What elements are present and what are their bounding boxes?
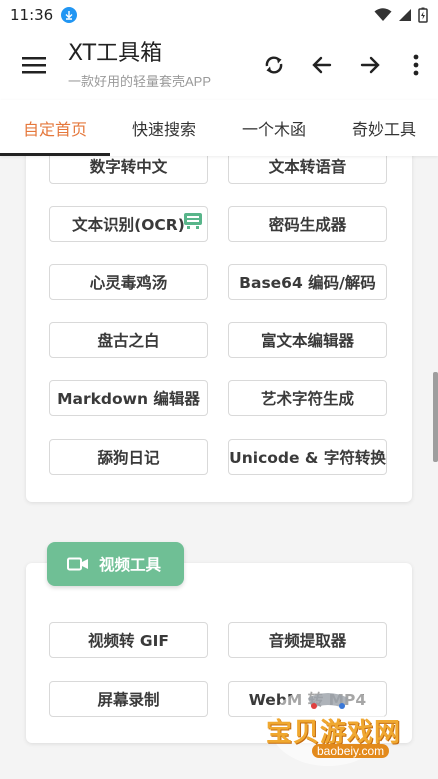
forward-button[interactable] — [346, 41, 394, 89]
refresh-icon — [265, 56, 283, 74]
tool-dog-diary[interactable]: 舔狗日记 — [49, 439, 208, 475]
tool-screen-recorder[interactable]: 屏幕录制 — [49, 681, 208, 717]
tools-card: 数字转中文 文本转语音 文本识别(OCR) 密码生成器 心灵毒鸡汤 Base64… — [26, 120, 412, 502]
tool-markdown-editor[interactable]: Markdown 编辑器 — [49, 380, 208, 416]
status-icons — [374, 7, 428, 23]
refresh-button[interactable] — [250, 41, 298, 89]
arrow-right-icon — [360, 56, 380, 74]
tab-label: 奇妙工具 — [351, 120, 416, 139]
tab-wonder-tools[interactable]: 奇妙工具 — [330, 100, 438, 156]
watermark: 宝贝游戏网 baobeiy.com — [258, 686, 434, 770]
tool-audio-extractor[interactable]: 音频提取器 — [228, 622, 387, 658]
tab-custom-home[interactable]: 自定首页 — [0, 100, 110, 156]
wifi-icon — [374, 8, 392, 21]
more-vertical-icon — [413, 54, 419, 76]
status-time: 11:36 — [10, 6, 54, 24]
tool-soul-chicken-soup[interactable]: 心灵毒鸡汤 — [49, 264, 208, 300]
video-section-header: 视频工具 — [47, 542, 184, 586]
arrow-left-icon — [312, 56, 332, 74]
video-camera-icon — [67, 557, 89, 571]
app-subtitle: 一款好用的轻量套壳APP — [68, 73, 212, 89]
tool-video-to-gif[interactable]: 视频转 GIF — [49, 622, 208, 658]
status-bar: 11:36 — [0, 0, 438, 30]
app-title: XT工具箱 — [68, 40, 163, 66]
watermark-url: baobeiy.com — [312, 744, 390, 758]
tool-password-generator[interactable]: 密码生成器 — [228, 206, 387, 242]
tab-quick-search[interactable]: 快速搜索 — [110, 100, 218, 156]
download-notification-icon — [61, 7, 78, 23]
video-section-title: 视频工具 — [99, 556, 162, 574]
hamburger-menu-icon — [22, 57, 46, 74]
app-bar: XT工具箱 一款好用的轻量套壳APP — [0, 30, 438, 100]
tab-mu-han[interactable]: 一个木函 — [218, 100, 330, 156]
tab-label: 自定首页 — [22, 120, 87, 139]
battery-icon — [418, 7, 428, 23]
tab-bar: 自定首页 快速搜索 一个木函 奇妙工具 — [0, 100, 438, 156]
title-block: XT工具箱 一款好用的轻量套壳APP — [68, 41, 211, 90]
tool-pangu-spacing[interactable]: 盘古之白 — [49, 322, 208, 358]
ocr-badge-icon — [184, 213, 202, 229]
tab-label: 一个木函 — [241, 120, 306, 139]
menu-button[interactable] — [0, 30, 68, 100]
tool-unicode-converter[interactable]: Unicode & 字符转换 — [228, 439, 387, 475]
back-button[interactable] — [298, 41, 346, 89]
tool-rich-text-editor[interactable]: 富文本编辑器 — [228, 322, 387, 358]
app-bar-actions — [250, 41, 438, 89]
tool-base64[interactable]: Base64 编码/解码 — [228, 264, 387, 300]
tool-art-text-generator[interactable]: 艺术字符生成 — [228, 380, 387, 416]
tool-ocr-label: 文本识别(OCR) — [72, 216, 185, 234]
tab-label: 快速搜索 — [131, 120, 196, 139]
signal-icon — [399, 9, 411, 21]
tool-ocr[interactable]: 文本识别(OCR) — [49, 206, 208, 242]
more-options-button[interactable] — [394, 41, 438, 89]
tab-active-indicator — [0, 153, 110, 156]
scrollbar-thumb[interactable] — [433, 372, 438, 462]
